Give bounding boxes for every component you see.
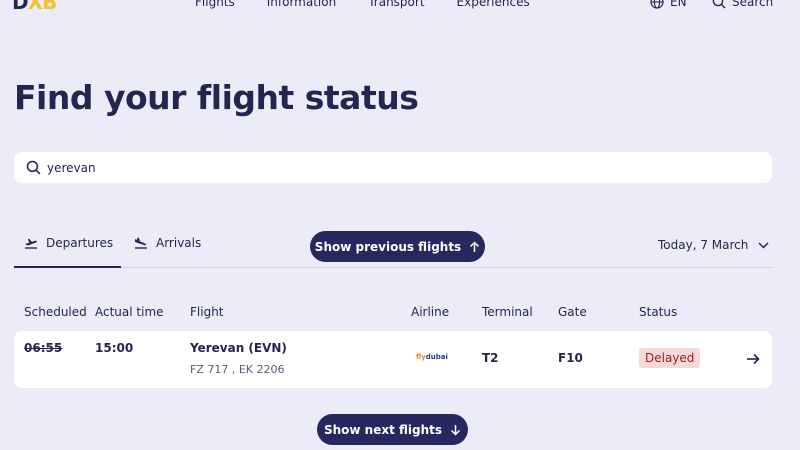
flight-destination: Yerevan (EVN) [190,341,287,355]
column-header-actual-time: Actual time [95,305,164,319]
table-row[interactable]: 06:55 15:00 Yerevan (EVN) FZ 717 , EK 22… [14,331,772,388]
column-header-status: Status [639,305,678,319]
top-navigation: DXB Flights Information Transport Experi… [0,0,800,14]
active-tab-indicator [14,266,121,268]
nav-information[interactable]: Information [267,0,336,9]
tab-arrivals-label: Arrivals [156,236,202,250]
logo-accent-text: XB [27,0,58,14]
flight-codes: FZ 717 , EK 2206 [190,363,285,376]
terminal-value: T2 [482,351,499,365]
search-icon [712,0,726,9]
date-selector-label: Today, 7 March [658,238,749,252]
column-header-airline: Airline [411,305,450,319]
chevron-down-icon [758,241,769,249]
language-label: EN [670,0,687,9]
header-search-button[interactable]: Search [712,0,773,9]
airline-logo-text-b: dubai [425,353,448,361]
status-badge: Delayed [639,348,701,368]
column-header-gate: Gate [558,305,587,319]
header-search-label: Search [732,0,774,9]
column-header-terminal: Terminal [482,305,533,319]
main-nav: Flights Information Transport Experience… [195,0,530,9]
airline-logo-text-a: fly [416,353,426,361]
arrow-down-icon [451,424,461,436]
actual-time: 15:00 [95,341,134,355]
globe-icon [650,0,664,9]
arrow-up-icon [470,240,480,252]
plane-arrival-icon [135,237,147,249]
language-selector[interactable]: EN [650,0,687,9]
plane-departure-icon [25,239,37,249]
flight-search-box[interactable] [14,152,772,183]
tab-departures[interactable]: Departures [24,236,113,250]
site-logo[interactable]: DXB [12,0,58,14]
tab-arrivals[interactable]: Arrivals [134,236,201,250]
show-previous-flights-button[interactable]: Show previous flights [310,231,485,262]
gate-value: F10 [558,351,583,365]
show-next-flights-button[interactable]: Show next flights [317,414,468,445]
show-previous-flights-label: Show previous flights [314,239,462,254]
page-title: Find your flight status [14,78,419,117]
scheduled-time: 06:55 [24,341,63,355]
search-icon [26,160,41,175]
arrow-right-icon[interactable] [745,351,761,367]
nav-experiences[interactable]: Experiences [457,0,530,9]
date-selector[interactable]: Today, 7 March [658,238,769,252]
airline-logo: flydubai [416,353,448,361]
show-next-flights-label: Show next flights [323,422,443,437]
column-header-scheduled: Scheduled [24,305,87,319]
tab-departures-label: Departures [46,236,114,250]
nav-transport[interactable]: Transport [368,0,424,9]
flight-search-input[interactable] [47,160,747,175]
logo-text: D [12,0,29,14]
nav-flights[interactable]: Flights [195,0,235,9]
column-header-flight: Flight [190,305,224,319]
